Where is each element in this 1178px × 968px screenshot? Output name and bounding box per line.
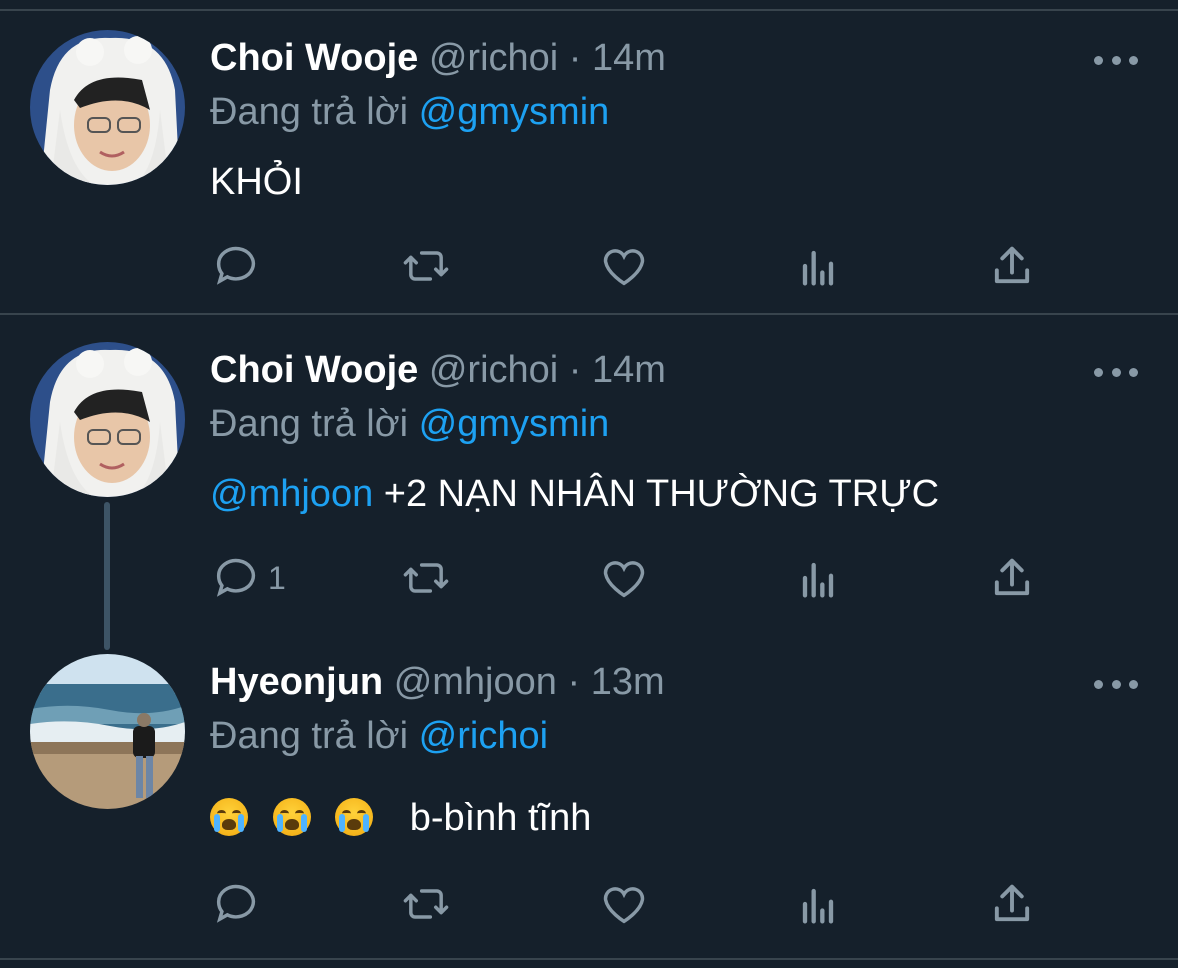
timestamp[interactable]: 14m xyxy=(592,349,666,391)
author-handle[interactable]: @richoi xyxy=(429,349,558,391)
tweet-3[interactable]: Hyeonjun @mhjoon · 13m Đang trả lời @ric… xyxy=(0,654,1178,934)
tweet-text: @mhjoon +2 NẠN NHÂN THƯỜNG TRỰC xyxy=(210,470,939,518)
replying-to-mention[interactable]: @gmysmin xyxy=(419,91,610,133)
tweet-header: Hyeonjun @mhjoon · 13m xyxy=(210,658,665,706)
tweet-header: Choi Wooje @richoi · 14m xyxy=(210,346,666,394)
reply-button[interactable] xyxy=(210,874,262,934)
heart-icon xyxy=(603,561,645,598)
separator-dot: · xyxy=(567,661,581,703)
top-divider xyxy=(0,9,1178,11)
author-handle[interactable]: @richoi xyxy=(429,37,558,79)
share-button[interactable] xyxy=(986,548,1038,608)
text-mention[interactable]: @mhjoon xyxy=(210,473,373,515)
reply-count: 1 xyxy=(268,559,286,596)
tweet-text-body: KHỎI xyxy=(210,161,303,203)
retweet-button[interactable] xyxy=(400,236,452,296)
timestamp[interactable]: 13m xyxy=(591,661,665,703)
retweet-icon xyxy=(403,563,449,593)
analytics-icon xyxy=(802,250,834,286)
replying-label: Đang trả lời xyxy=(210,403,409,445)
tweet-header: Choi Wooje @richoi · 14m xyxy=(210,34,666,82)
tweet-2[interactable]: Choi Wooje @richoi · 14m Đang trả lời @g… xyxy=(0,342,1178,650)
analytics-icon xyxy=(802,562,834,598)
analytics-button[interactable] xyxy=(792,548,844,608)
crying-face-emoji xyxy=(272,798,311,836)
more-options-icon[interactable] xyxy=(1094,362,1138,382)
tweet-text: b-bình tĩnh xyxy=(210,794,591,842)
replying-to-mention[interactable]: @richoi xyxy=(419,715,548,757)
replying-to: Đang trả lời @gmysmin xyxy=(210,88,609,136)
more-options-icon[interactable] xyxy=(1094,50,1138,70)
author-name[interactable]: Choi Wooje xyxy=(210,37,418,79)
retweet-button[interactable] xyxy=(400,548,452,608)
author-name[interactable]: Choi Wooje xyxy=(210,349,418,391)
tweet-actions xyxy=(210,236,1110,296)
avatar-choi-wooje[interactable] xyxy=(30,342,185,497)
replying-label: Đang trả lời xyxy=(210,91,409,133)
thread-connector-line xyxy=(104,502,110,650)
share-button[interactable] xyxy=(986,236,1038,296)
reply-icon xyxy=(216,246,256,285)
share-button[interactable] xyxy=(986,874,1038,934)
bottom-divider xyxy=(0,958,1178,960)
reply-button[interactable] xyxy=(210,236,262,296)
tweet-text-body: +2 NẠN NHÂN THƯỜNG TRỰC xyxy=(373,473,940,515)
avatar-hyeonjun[interactable] xyxy=(30,654,185,809)
analytics-button[interactable] xyxy=(792,236,844,296)
share-icon xyxy=(994,884,1030,922)
reply-button[interactable]: 1 xyxy=(210,548,286,608)
analytics-button[interactable] xyxy=(792,874,844,934)
share-icon xyxy=(994,558,1030,596)
tweet-text: KHỎI xyxy=(210,158,303,206)
separator-dot: · xyxy=(568,349,582,391)
share-icon xyxy=(994,246,1030,284)
like-button[interactable] xyxy=(598,236,650,296)
replying-to-mention[interactable]: @gmysmin xyxy=(419,403,610,445)
heart-icon xyxy=(603,249,645,286)
tweet-actions: 1 xyxy=(210,548,1110,608)
retweet-button[interactable] xyxy=(400,874,452,934)
retweet-icon xyxy=(403,889,449,919)
replying-to: Đang trả lời @richoi xyxy=(210,712,548,760)
reply-icon xyxy=(216,884,256,923)
avatar-choi-wooje[interactable] xyxy=(30,30,185,185)
heart-icon xyxy=(603,887,645,924)
like-button[interactable] xyxy=(598,874,650,934)
separator-dot: · xyxy=(568,37,582,79)
tweet-1[interactable]: Choi Wooje @richoi · 14m Đang trả lời @g… xyxy=(0,30,1178,300)
crying-face-emoji xyxy=(335,798,374,836)
replying-label: Đang trả lời xyxy=(210,715,409,757)
timestamp[interactable]: 14m xyxy=(592,37,666,79)
tweet-divider xyxy=(0,313,1178,315)
tweet-actions xyxy=(210,874,1110,934)
analytics-icon xyxy=(802,888,834,924)
author-handle[interactable]: @mhjoon xyxy=(394,661,557,703)
reply-icon xyxy=(216,558,256,597)
like-button[interactable] xyxy=(598,548,650,608)
tweet-text-body: b-bình tĩnh xyxy=(409,797,592,839)
retweet-icon xyxy=(403,251,449,281)
author-name[interactable]: Hyeonjun xyxy=(210,661,383,703)
crying-face-emoji xyxy=(210,798,248,836)
more-options-icon[interactable] xyxy=(1094,674,1138,694)
replying-to: Đang trả lời @gmysmin xyxy=(210,400,609,448)
